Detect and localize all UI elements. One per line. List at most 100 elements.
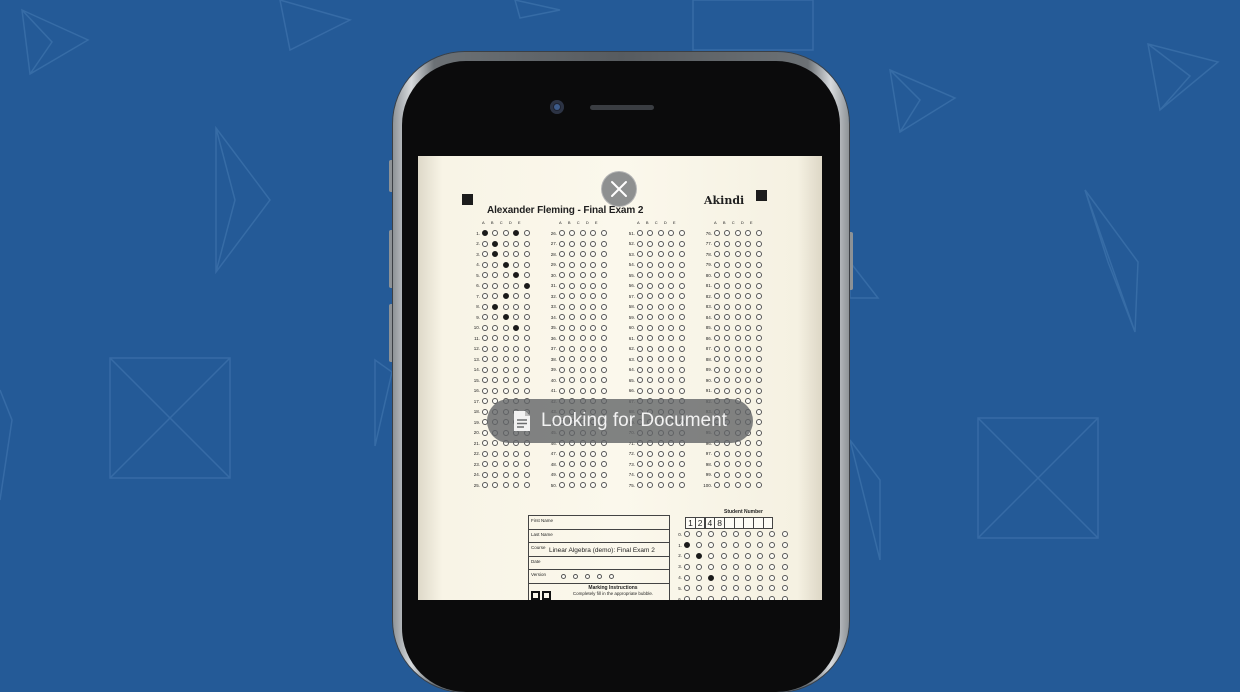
answer-bubble xyxy=(492,461,499,468)
question-number: 3. xyxy=(476,251,480,257)
answer-bubble xyxy=(513,240,520,247)
answer-bubble xyxy=(523,293,530,300)
answer-bubble xyxy=(482,251,488,258)
answer-bubble xyxy=(668,345,675,352)
question-number: 39. xyxy=(550,367,557,373)
student-number-bubble xyxy=(696,585,703,592)
answer-bubble xyxy=(600,303,607,310)
answer-bubble xyxy=(513,261,520,268)
question-number: 84. xyxy=(705,314,712,320)
answer-bubble xyxy=(502,471,509,478)
answer-bubble xyxy=(724,482,731,489)
answer-bubble xyxy=(755,335,762,342)
question-number: 13. xyxy=(473,356,480,362)
answer-bubble xyxy=(755,282,762,289)
answer-bubble xyxy=(482,482,488,489)
student-number-grid: 0. 1. 2. 3. 4. 5. 6. xyxy=(676,529,794,600)
answer-bubble xyxy=(559,314,565,321)
answer-bubble xyxy=(502,272,509,279)
answer-bubble xyxy=(492,282,499,289)
answer-bubble xyxy=(492,314,499,321)
answer-bubble xyxy=(734,387,741,394)
question-number: 80. xyxy=(705,272,712,278)
last-name-label: Last Name xyxy=(531,531,553,537)
question-row: 74. xyxy=(623,470,689,481)
answer-bubble xyxy=(492,324,499,331)
answer-bubble xyxy=(714,230,720,237)
answer-bubble xyxy=(590,356,597,363)
answer-bubble xyxy=(502,251,509,258)
brand-logo: Akindi xyxy=(704,194,745,207)
student-number-bubble xyxy=(708,531,715,538)
question-number: 32. xyxy=(550,293,557,299)
answer-bubble xyxy=(745,251,752,258)
question-number: 33. xyxy=(550,304,557,310)
answer-bubble xyxy=(590,482,597,489)
question-number: 99. xyxy=(705,472,712,478)
option-letters: ABCDE xyxy=(714,220,759,225)
student-number-bubble xyxy=(708,542,715,549)
question-number: 21. xyxy=(473,440,480,446)
question-number: 47. xyxy=(550,451,557,457)
date-field: Date xyxy=(529,557,669,570)
student-number-bubble xyxy=(744,563,751,570)
answer-bubble xyxy=(755,240,762,247)
answer-bubble xyxy=(569,345,576,352)
answer-bubble xyxy=(559,387,565,394)
marking-instructions: Marking Instructions Completely fill in … xyxy=(557,584,669,596)
answer-bubble xyxy=(724,293,731,300)
question-row: 73. xyxy=(623,459,689,470)
question-number: 9. xyxy=(476,314,480,320)
answer-bubble xyxy=(714,461,720,468)
answer-bubble xyxy=(734,471,741,478)
question-number: 48. xyxy=(550,461,557,467)
answer-bubble xyxy=(579,482,586,489)
answer-bubble xyxy=(590,335,597,342)
answer-bubble xyxy=(513,461,520,468)
question-row: 98. xyxy=(700,459,766,470)
question-row: 5. xyxy=(468,270,534,281)
close-button[interactable] xyxy=(601,171,637,207)
answer-bubble xyxy=(523,461,530,468)
student-number-bubble xyxy=(684,542,690,549)
answer-bubble xyxy=(647,461,654,468)
answer-bubble xyxy=(579,272,586,279)
answer-bubble xyxy=(745,450,752,457)
answer-bubble xyxy=(755,293,762,300)
answer-bubble xyxy=(492,450,499,457)
student-number-bubble xyxy=(732,574,739,581)
student-number-bubble xyxy=(732,552,739,559)
course-field: Course Linear Algebra (demo): Final Exam … xyxy=(529,543,669,557)
student-number-bubble xyxy=(769,596,776,600)
student-number-bubble xyxy=(781,531,788,538)
answer-bubble xyxy=(657,356,664,363)
question-row: 39. xyxy=(545,365,611,376)
answer-bubble xyxy=(647,324,654,331)
answer-bubble xyxy=(755,303,762,310)
answer-bubble xyxy=(668,230,675,237)
answer-bubble xyxy=(668,450,675,457)
front-camera xyxy=(550,100,564,114)
answer-bubble xyxy=(502,366,509,373)
answer-bubble xyxy=(637,251,643,258)
question-number: 2. xyxy=(476,241,480,247)
answer-bubble xyxy=(755,314,762,321)
student-number-bubble xyxy=(744,542,751,549)
question-row: 33. xyxy=(545,302,611,313)
first-name-label: First Name xyxy=(531,518,554,523)
student-info-box: First Name Last Name Course Linear Algebr… xyxy=(528,515,670,600)
answer-bubble xyxy=(657,377,664,384)
answer-bubble xyxy=(755,345,762,352)
answer-bubble xyxy=(637,293,643,300)
answer-bubble xyxy=(647,293,654,300)
answer-bubble xyxy=(600,261,607,268)
answer-bubble xyxy=(579,314,586,321)
student-number-bubble xyxy=(757,542,764,549)
answer-bubble xyxy=(569,251,576,258)
answer-bubble xyxy=(590,314,597,321)
answer-bubble xyxy=(647,261,654,268)
answer-bubble xyxy=(755,440,762,447)
answer-bubble xyxy=(513,471,520,478)
answer-bubble xyxy=(714,303,720,310)
student-number-bubble xyxy=(732,563,739,570)
